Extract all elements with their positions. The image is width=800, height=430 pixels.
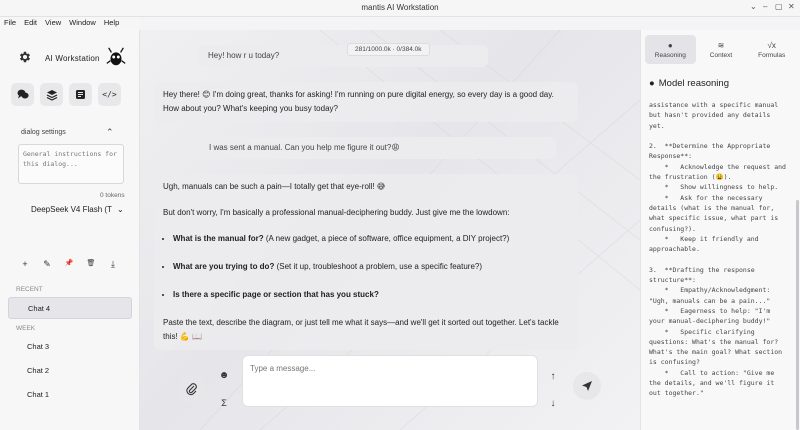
new-chat-icon[interactable]: + (20, 259, 30, 270)
mantis-logo-icon (106, 47, 126, 66)
scroll-down-button[interactable]: ↓ (544, 394, 562, 412)
arrow-down-icon: ↓ (550, 397, 556, 409)
model-name: DeepSeek V4 Flash (T (31, 205, 112, 214)
conversation-area: Hey! how r u today? 281/1000.0k · 0/384.… (140, 30, 640, 430)
sqrt-icon: √x (767, 40, 776, 50)
message-paragraph: But don't worry, I'm basically a profess… (163, 208, 510, 217)
maximize-icon[interactable]: ▢ (775, 2, 783, 11)
list-item: Is there a specific page or section that… (173, 288, 569, 302)
send-icon (582, 381, 592, 391)
message-list: What is the manual for? (A new gadget, a… (163, 232, 569, 302)
message-paragraph: Paste the text, describe the diagram, or… (163, 318, 559, 341)
list-item-bold: Is there a specific page or section that… (173, 290, 379, 299)
list-item-text: (Set it up, troubleshoot a problem, use … (274, 262, 483, 271)
chevron-up-icon[interactable]: ⌃ (106, 127, 114, 138)
panel-tabs: ● Reasoning ≋ Context √x Formulas (645, 35, 797, 64)
dialog-settings-label: dialog settings (21, 129, 66, 136)
brain-icon: ● (667, 40, 673, 50)
emoji-icon: ☻ (218, 369, 230, 381)
tab-label: Context (709, 51, 733, 59)
list-item-bold: What is the manual for? (173, 234, 264, 243)
menu-view[interactable]: View (45, 17, 61, 30)
pin-icon[interactable]: 📌 (64, 259, 74, 270)
layers-icon: ≋ (717, 40, 725, 50)
scroll-up-button[interactable]: ↑ (544, 367, 562, 385)
attach-button[interactable] (178, 375, 206, 403)
model-select[interactable]: DeepSeek V4 Flash (T ⌄ (31, 205, 124, 214)
message-composer[interactable] (242, 355, 538, 407)
chat-mode-button[interactable] (11, 83, 34, 106)
user-message: Hey! how r u today? (198, 45, 488, 67)
menu-window[interactable]: Window (69, 17, 96, 30)
title-bar: mantis AI Workstation ⌄ – ▢ ✕ (0, 0, 800, 17)
token-count: 0 tokens (100, 192, 125, 199)
message-input[interactable] (250, 364, 530, 373)
recent-section-label: RECENT (16, 286, 43, 293)
chat-item-2[interactable]: Chat 2 (8, 360, 132, 382)
assistant-message: Ugh, manuals can be such a pain—I totall… (154, 174, 578, 350)
tab-label: Formulas (758, 51, 786, 59)
brand-name: AI Workstation (45, 54, 100, 63)
reasoning-header: ● Model reasoning (649, 78, 729, 89)
notes-icon (76, 90, 85, 99)
menu-help[interactable]: Help (104, 17, 119, 30)
menu-bar: File Edit View Window Help (0, 17, 140, 30)
notes-mode-button[interactable] (69, 83, 92, 106)
gear-icon[interactable] (18, 50, 32, 64)
reasoning-title: Model reasoning (658, 78, 729, 89)
list-item: What is the manual for? (A new gadget, a… (173, 232, 569, 246)
formula-button[interactable]: Σ (215, 394, 233, 412)
context-token-counter: 281/1000.0k · 0/384.0k (347, 43, 430, 56)
trash-icon[interactable]: 🗑 (86, 259, 96, 270)
list-item-text: (A new gadget, a piece of software, offi… (263, 234, 510, 243)
layers-icon (46, 89, 57, 101)
window-title: mantis AI Workstation (361, 3, 439, 12)
close-icon[interactable]: ✕ (788, 2, 795, 11)
menu-edit[interactable]: Edit (24, 17, 37, 30)
week-section-label: WEEK (16, 325, 36, 332)
reasoning-text: assistance with a specific manual but ha… (649, 101, 786, 398)
reasoning-scrollbar[interactable] (796, 200, 799, 430)
arrow-up-icon: ↑ (550, 370, 556, 382)
assistant-message: Hey there! 😊 I'm doing great, thanks for… (154, 82, 578, 122)
brain-icon: ● (649, 78, 655, 89)
download-icon[interactable]: ⤓ (108, 259, 118, 270)
user-message: I was sent a manual. Can you help me fig… (198, 137, 556, 159)
emoji-button[interactable]: ☻ (215, 366, 233, 384)
edit-icon[interactable]: ✎ (42, 259, 52, 270)
chat-item-4[interactable]: Chat 4 (8, 297, 132, 319)
send-button[interactable] (573, 372, 601, 400)
chat-item-1[interactable]: Chat 1 (8, 384, 132, 406)
code-icon: </> (102, 90, 117, 99)
list-item-bold: What are you trying to do? (173, 262, 275, 271)
chat-item-3[interactable]: Chat 3 (8, 336, 132, 358)
sidebar: AI Workstation </> dialog settings ⌃ Gen… (0, 30, 140, 430)
instructions-input[interactable] (18, 144, 124, 184)
chat-bubbles-icon (17, 89, 29, 99)
layers-mode-button[interactable] (40, 83, 63, 106)
mode-buttons: </> (11, 83, 121, 106)
code-mode-button[interactable]: </> (98, 83, 121, 106)
chevron-down-icon: ⌄ (117, 205, 124, 214)
collapse-icon[interactable]: ⌄ (750, 2, 757, 11)
chat-actions: + ✎ 📌 🗑 ⤓ (20, 259, 118, 270)
minimize-icon[interactable]: – (763, 2, 767, 11)
message-paragraph: Ugh, manuals can be such a pain—I totall… (163, 182, 386, 191)
paperclip-icon (186, 382, 197, 395)
tab-label: Reasoning (654, 51, 686, 59)
right-panel: ● Reasoning ≋ Context √x Formulas ● Model… (640, 30, 800, 430)
sigma-icon: Σ (221, 398, 227, 408)
tab-formulas[interactable]: √x Formulas (746, 35, 797, 64)
list-item: What are you trying to do? (Set it up, t… (173, 260, 569, 274)
menu-file[interactable]: File (4, 17, 16, 30)
tab-reasoning[interactable]: ● Reasoning (645, 35, 696, 64)
tab-context[interactable]: ≋ Context (696, 35, 747, 64)
